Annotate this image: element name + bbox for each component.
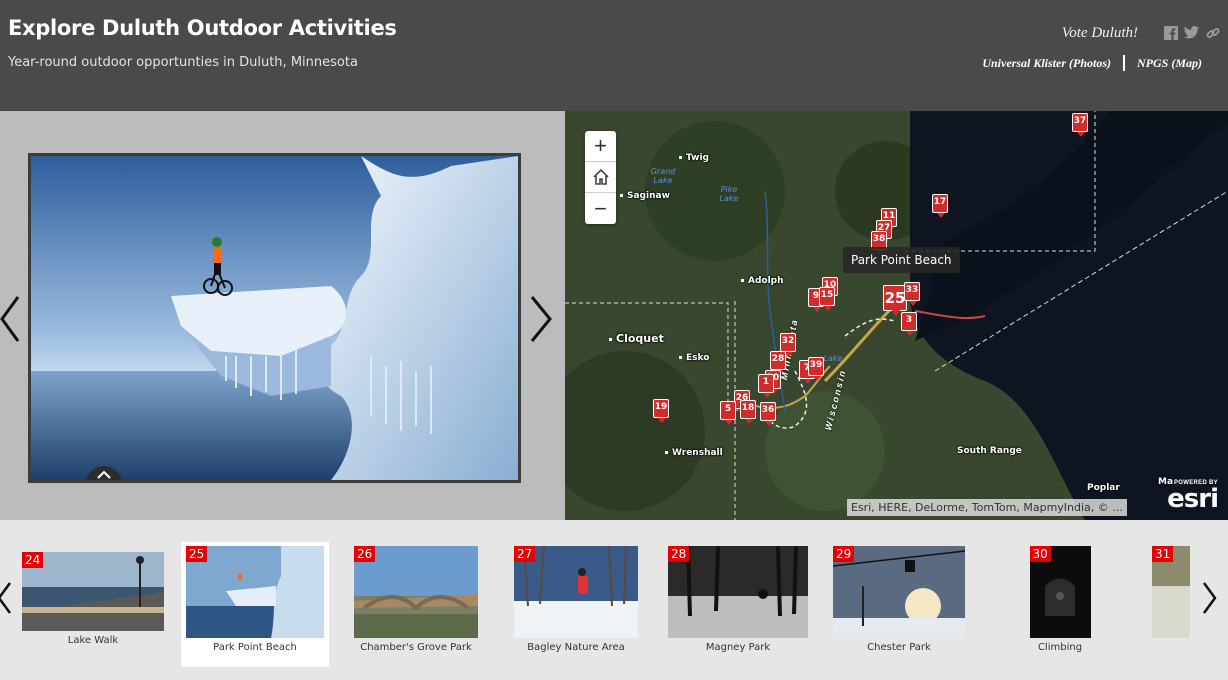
water-label: Pike Lake	[719, 185, 739, 203]
prev-photo-button[interactable]	[0, 289, 24, 349]
water-label: Grand Lake	[650, 167, 676, 185]
thumbnail-carousel: 24 Lake Walk 25 Park Point Beach 26 Cham…	[0, 520, 1228, 680]
thumbnail-caption: Magney Park	[705, 642, 771, 653]
place-label: Adolph	[741, 276, 784, 286]
map-panel[interactable]: + − Twig Saginaw Adolph Cloquet Esko Wre…	[565, 111, 1228, 520]
chevron-left-icon	[0, 296, 20, 342]
map-marker[interactable]: 15	[819, 287, 835, 311]
thumbnail-caption: Park Point Beach	[213, 642, 297, 653]
page-subtitle: Year-round outdoor opportunties in Dulut…	[8, 55, 358, 70]
credit-photos-link[interactable]: Universal Klister (Photos)	[982, 56, 1111, 71]
map-marker[interactable]: 32	[780, 333, 796, 357]
facebook-icon[interactable]	[1163, 25, 1178, 40]
map-marker[interactable]: 5	[720, 401, 736, 425]
thumbnail-image: 25	[186, 546, 324, 638]
thumbnail-item[interactable]: 24 Lake Walk	[22, 552, 164, 646]
map-marker[interactable]: 28	[770, 351, 786, 375]
thumbnail-image: 31	[1152, 546, 1190, 638]
thumbnail-caption: Lake Walk	[67, 635, 119, 646]
thumbnail-caption: Chester Park	[867, 642, 931, 653]
map-tooltip: Park Point Beach	[843, 247, 960, 273]
place-label: Twig	[679, 153, 709, 163]
esri-logo: POWERED BY esri	[1167, 480, 1219, 514]
map-marker[interactable]: 17	[932, 194, 948, 218]
map-marker[interactable]: 36	[760, 402, 776, 426]
thumbnail-item[interactable]: 27 Bagley Nature Area	[514, 546, 638, 653]
thumbnail-caption: Climbing	[1037, 642, 1083, 653]
home-button[interactable]	[585, 162, 616, 193]
zoom-in-button[interactable]: +	[585, 131, 616, 162]
chevron-right-icon	[530, 296, 552, 342]
place-label: Cloquet	[609, 332, 664, 345]
water-label: Lake	[823, 354, 843, 363]
fat-bike-on-ice-photo	[31, 156, 518, 480]
map-marker[interactable]: 1	[758, 374, 774, 398]
credit-divider	[1123, 55, 1125, 71]
zoom-out-button[interactable]: −	[585, 193, 616, 224]
chevron-right-icon	[1202, 582, 1217, 614]
map-attribution: Esri, HERE, DeLorme, TomTom, MapmyIndia,…	[847, 499, 1127, 516]
place-label: Poplar	[1087, 483, 1120, 493]
twitter-icon[interactable]	[1184, 25, 1199, 40]
map-marker[interactable]: 33	[904, 282, 920, 306]
vote-link[interactable]: Vote Duluth!	[1062, 25, 1138, 42]
carousel-next-button[interactable]	[1198, 568, 1222, 628]
place-label: Esko	[679, 353, 709, 363]
thumbnail-caption: Chamber's Grove Park	[360, 642, 472, 653]
thumbnail-item[interactable]: 26 Chamber's Grove Park	[354, 546, 478, 653]
place-label: Saginaw	[620, 191, 670, 201]
social-links	[1163, 25, 1220, 40]
thumbnail-item[interactable]: 28 Magney Park	[668, 546, 808, 653]
map-zoom-control: + −	[585, 131, 616, 224]
thumbnail-image: 24	[22, 552, 164, 631]
thumbnail-image: 27	[514, 546, 638, 638]
thumbnail-item[interactable]: 29 Chester Park	[833, 546, 965, 653]
chevron-left-icon	[0, 582, 12, 614]
credits: Universal Klister (Photos) NPGS (Map)	[982, 55, 1202, 71]
link-icon[interactable]	[1205, 25, 1220, 40]
map-marker[interactable]: 37	[1072, 113, 1088, 137]
header: Explore Duluth Outdoor Activities Year-r…	[0, 0, 1228, 111]
thumbnail-image: 29	[833, 546, 965, 638]
thumbnail-image: 26	[354, 546, 478, 638]
next-photo-button[interactable]	[527, 289, 557, 349]
carousel-prev-button[interactable]	[0, 568, 16, 628]
page-title: Explore Duluth Outdoor Activities	[8, 16, 397, 40]
map-marker[interactable]: 18	[740, 400, 756, 424]
home-icon	[592, 168, 609, 185]
thumbnail-item-active[interactable]: 25 Park Point Beach	[181, 542, 329, 667]
thumbnail-image: 28	[668, 546, 808, 638]
main-photo	[28, 153, 521, 483]
thumbnail-caption: Bagley Nature Area	[527, 642, 625, 653]
map-marker[interactable]: 39	[808, 357, 824, 381]
credit-map-link[interactable]: NPGS (Map)	[1137, 56, 1202, 71]
place-label: South Range	[957, 446, 1022, 456]
thumbnail-item[interactable]: 31	[1152, 546, 1190, 642]
map-marker[interactable]: 3	[901, 312, 917, 336]
photo-panel	[0, 111, 565, 520]
chevron-up-icon	[97, 470, 111, 479]
thumbnail-item[interactable]: 30 Climbing	[1020, 546, 1100, 653]
thumbnail-image: 30	[1029, 546, 1091, 638]
map-marker[interactable]: 19	[653, 399, 669, 423]
place-label: Wrenshall	[665, 448, 723, 458]
